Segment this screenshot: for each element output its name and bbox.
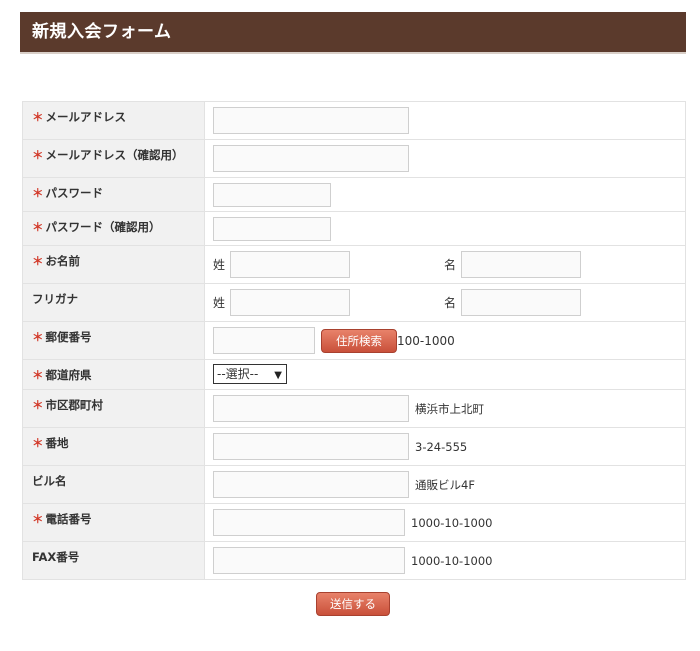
phone-input[interactable] [213,509,405,536]
password-label: ＊パスワード [22,177,205,212]
row-prefecture: ＊都道府県 --選択-- ▼ [22,359,686,390]
row-city: ＊市区郡町村 横浜市上北町 [22,389,686,428]
fax-label: FAX番号 [22,541,205,580]
fax-example: 1000-10-1000 [411,553,493,568]
required-mark: ＊ [32,254,44,268]
address-example: 3-24-555 [415,439,468,454]
page-title: 新規入会フォーム [32,22,172,42]
row-fax: FAX番号 1000-10-1000 [22,541,686,580]
phone-example: 1000-10-1000 [411,515,493,530]
required-mark: ＊ [32,512,44,526]
password-confirm-input[interactable] [213,217,331,241]
last-name-kana-input[interactable] [230,289,351,316]
submit-button[interactable]: 送信する [316,592,390,616]
last-name-input[interactable] [230,251,351,278]
chevron-down-icon: ▼ [274,370,282,381]
row-zip: ＊郵便番号 住所検索 100-1000 [22,321,686,360]
prefecture-label: ＊都道府県 [22,359,205,390]
zip-input[interactable] [213,327,315,354]
row-name: ＊お名前 姓 名 [22,245,686,284]
required-mark: ＊ [32,330,44,344]
required-mark: ＊ [32,186,44,200]
city-input[interactable] [213,395,409,422]
city-example: 横浜市上北町 [415,401,484,416]
building-input[interactable] [213,471,409,498]
required-mark: ＊ [32,148,44,162]
fax-input[interactable] [213,547,405,574]
furigana-label: フリガナ [22,283,205,322]
required-mark: ＊ [32,436,44,450]
first-name-input[interactable] [461,251,582,278]
building-example: 通販ビル4F [415,477,475,492]
required-mark: ＊ [32,398,44,412]
row-phone: ＊電話番号 1000-10-1000 [22,503,686,542]
row-email: ＊メールアドレス [22,101,686,140]
email-confirm-label: ＊メールアドレス（確認用） [22,139,205,178]
building-label: ビル名 [22,465,205,504]
address-label: ＊番地 [22,427,205,466]
address-search-button[interactable]: 住所検索 [321,328,397,353]
row-furigana: フリガナ 姓 名 [22,283,686,322]
address-input[interactable] [213,433,409,460]
prefecture-select[interactable]: --選択-- ▼ [213,364,287,384]
email-confirm-input[interactable] [213,145,409,172]
first-name-kana-prefix: 名 [444,296,457,310]
registration-form-table: ＊メールアドレス ＊メールアドレス（確認用） ＊パスワード ＊パスワード（確認用… [22,101,686,580]
email-input[interactable] [213,107,409,134]
row-password: ＊パスワード [22,177,686,212]
row-building: ビル名 通販ビル4F [22,465,686,504]
last-name-kana-prefix: 姓 [213,296,226,310]
form-header: 新規入会フォーム [20,12,686,54]
row-email-confirm: ＊メールアドレス（確認用） [22,139,686,178]
row-password-confirm: ＊パスワード（確認用） [22,211,686,246]
password-input[interactable] [213,183,331,207]
last-name-prefix: 姓 [213,258,226,272]
email-label: ＊メールアドレス [22,101,205,140]
required-mark: ＊ [32,220,44,234]
name-label: ＊お名前 [22,245,205,284]
required-mark: ＊ [32,110,44,124]
city-label: ＊市区郡町村 [22,389,205,428]
password-confirm-label: ＊パスワード（確認用） [22,211,205,246]
zip-example: 100-1000 [397,333,455,348]
row-address: ＊番地 3-24-555 [22,427,686,466]
required-mark: ＊ [32,368,44,382]
zip-label: ＊郵便番号 [22,321,205,360]
first-name-prefix: 名 [444,258,457,272]
phone-label: ＊電話番号 [22,503,205,542]
first-name-kana-input[interactable] [461,289,582,316]
